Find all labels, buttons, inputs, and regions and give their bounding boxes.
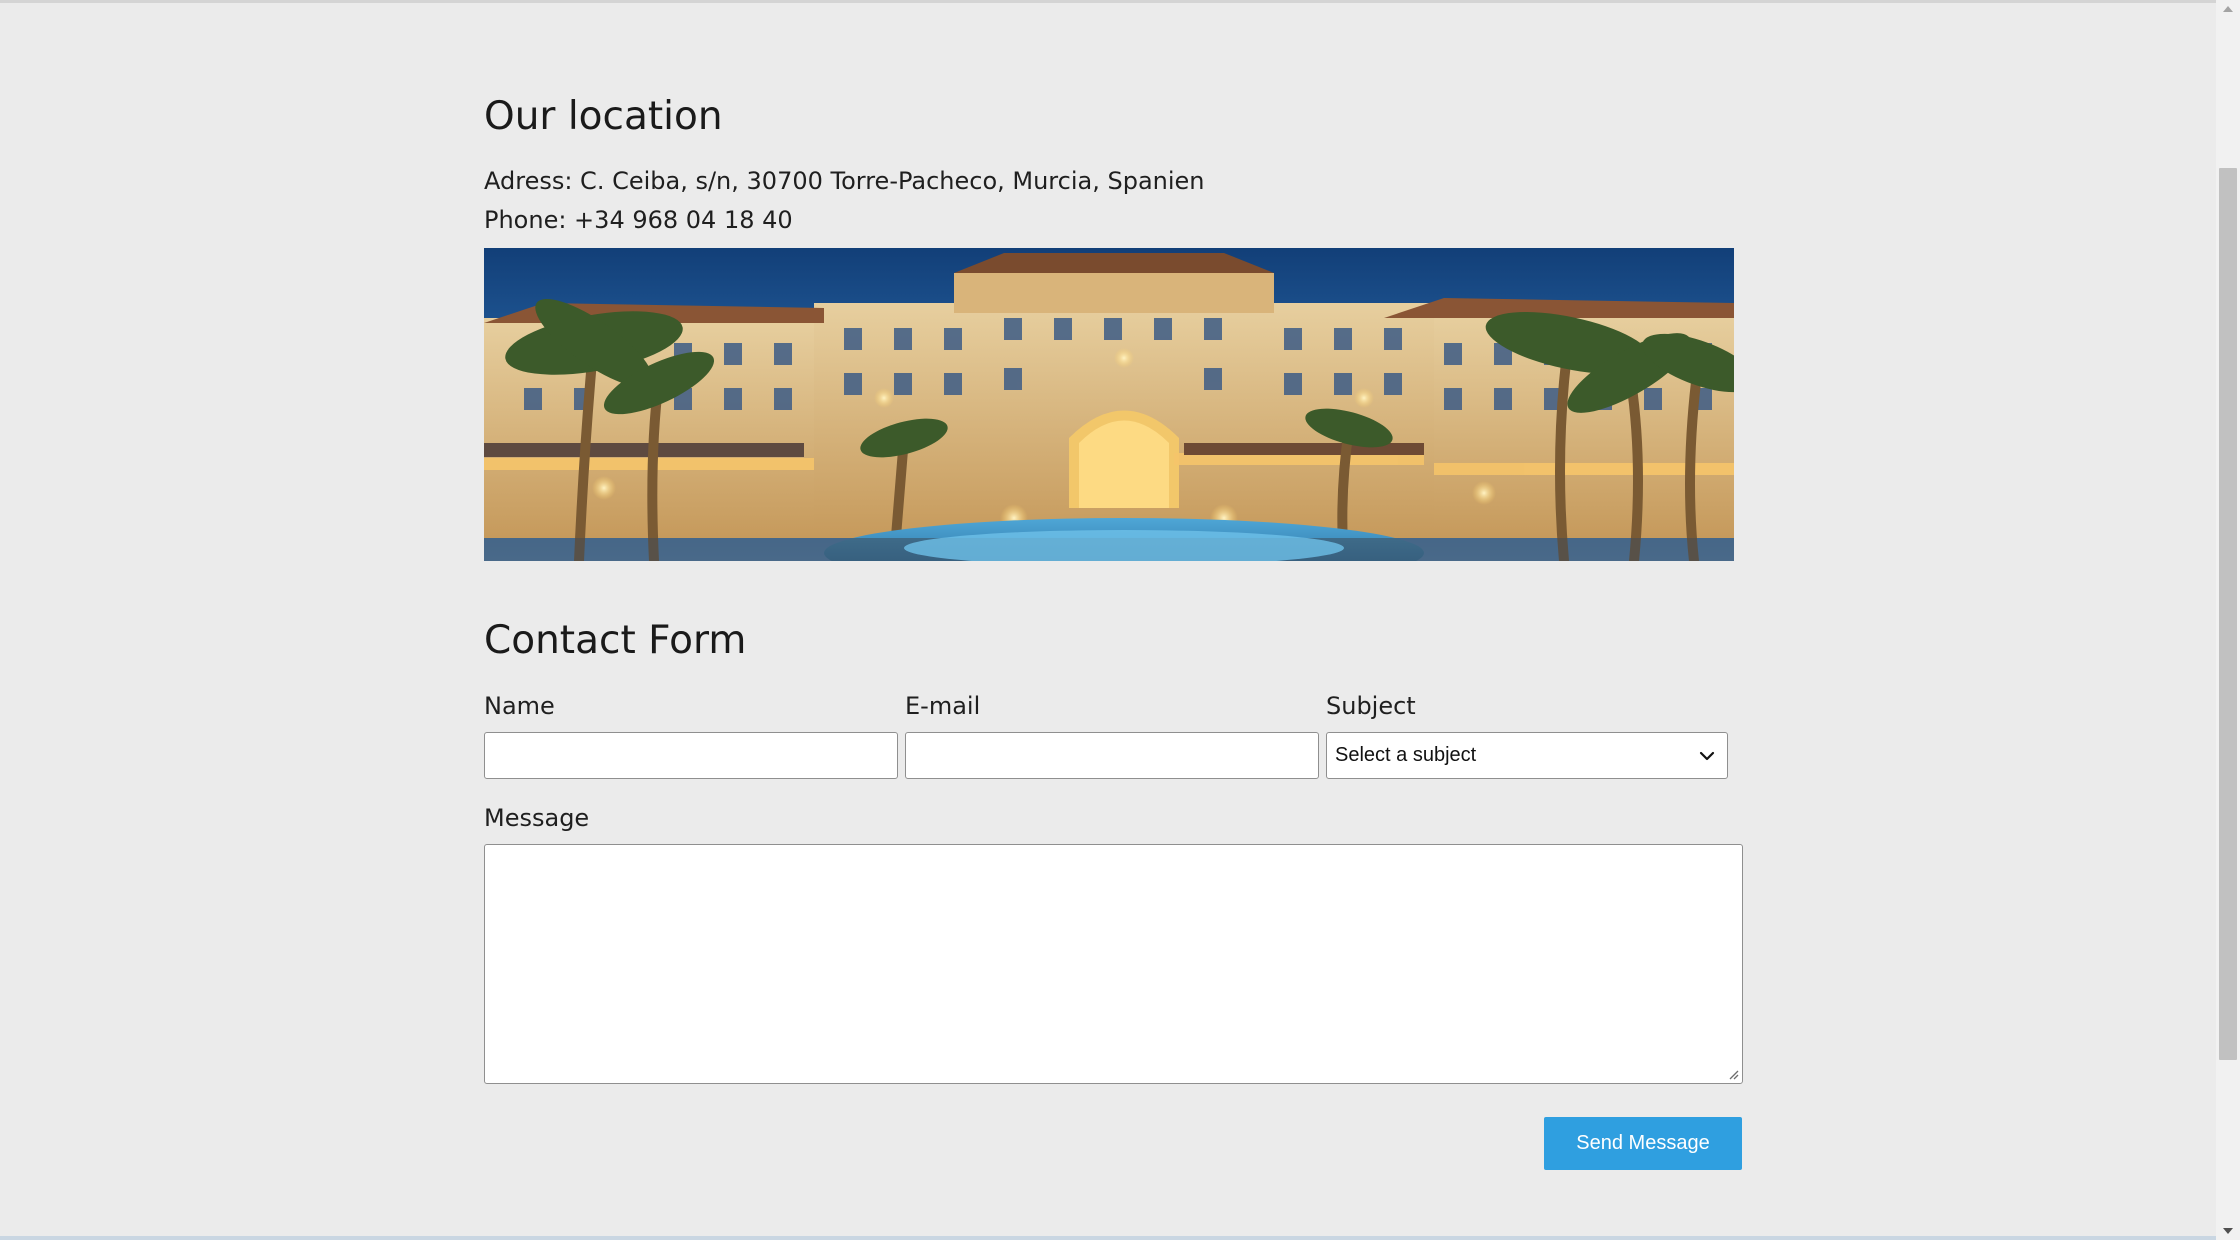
message-label: Message (484, 804, 590, 832)
scroll-down-arrow-icon[interactable] (2222, 1226, 2234, 1236)
subject-select[interactable]: Select a subject (1326, 732, 1728, 779)
top-divider (0, 0, 2216, 3)
hotel-photo (484, 248, 1734, 561)
resize-grip-icon[interactable] (1727, 1068, 1739, 1080)
chevron-down-icon (1699, 751, 1715, 761)
subject-label: Subject (1326, 692, 1416, 720)
location-phone: Phone: +34 968 04 18 40 (484, 206, 793, 234)
email-label: E-mail (905, 692, 981, 720)
location-heading: Our location (484, 94, 723, 139)
name-input[interactable] (484, 732, 898, 779)
send-message-button[interactable]: Send Message (1544, 1117, 1742, 1170)
email-input[interactable] (905, 732, 1319, 779)
vertical-scrollbar[interactable] (2216, 0, 2240, 1240)
bottom-edge-strip (0, 1236, 2216, 1240)
message-textarea[interactable] (484, 844, 1743, 1084)
name-label: Name (484, 692, 555, 720)
scroll-up-arrow-icon[interactable] (2222, 4, 2234, 14)
browser-viewport: Our location Adress: C. Ceiba, s/n, 3070… (0, 0, 2240, 1240)
subject-selected-value: Select a subject (1335, 744, 1477, 766)
location-address: Adress: C. Ceiba, s/n, 30700 Torre-Pache… (484, 167, 1205, 195)
contact-form-heading: Contact Form (484, 618, 747, 663)
scrollbar-thumb[interactable] (2219, 168, 2237, 1060)
